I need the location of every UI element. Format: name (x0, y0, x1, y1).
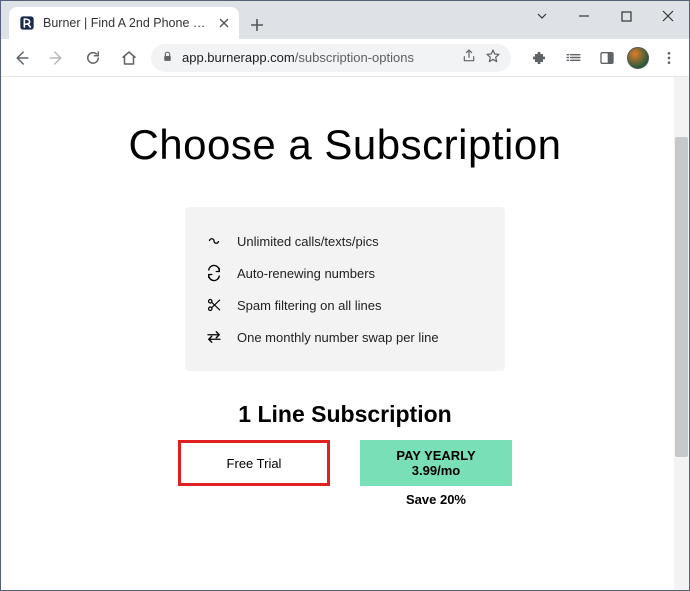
feature-label: Spam filtering on all lines (237, 298, 382, 313)
close-button[interactable] (647, 1, 689, 31)
browser-tab[interactable]: Burner | Find A 2nd Phone Numb (9, 7, 239, 39)
subscription-subheading: 1 Line Subscription (238, 401, 451, 428)
feature-autorenew: Auto-renewing numbers (205, 257, 485, 289)
pay-yearly-label: PAY YEARLY (396, 448, 475, 463)
free-trial-label: Free Trial (227, 456, 282, 471)
pay-yearly-button[interactable]: PAY YEARLY 3.99/mo (360, 440, 512, 486)
scrollbar[interactable] (674, 77, 689, 590)
feature-swap: One monthly number swap per line (205, 321, 485, 353)
forward-button[interactable] (43, 44, 71, 72)
share-icon[interactable] (461, 48, 477, 67)
swap-icon (205, 328, 223, 346)
page-viewport: Choose a Subscription Unlimited calls/te… (1, 77, 689, 590)
star-icon[interactable] (485, 48, 501, 67)
infinity-icon (205, 232, 223, 250)
address-bar[interactable]: app.burnerapp.com/subscription-options (151, 44, 511, 72)
plan-row: Free Trial PAY YEARLY 3.99/mo Save 20% (178, 440, 512, 507)
feature-label: Unlimited calls/texts/pics (237, 234, 379, 249)
window-controls (479, 1, 689, 39)
scrollbar-thumb[interactable] (675, 137, 688, 457)
home-button[interactable] (115, 44, 143, 72)
profile-avatar[interactable] (627, 47, 649, 69)
reload-button[interactable] (79, 44, 107, 72)
chevron-down-icon[interactable] (521, 1, 563, 31)
pay-yearly-price: 3.99/mo (412, 463, 460, 478)
scissors-icon (205, 296, 223, 314)
media-control-icon[interactable] (559, 44, 587, 72)
page-heading: Choose a Subscription (128, 121, 561, 169)
free-trial-button[interactable]: Free Trial (178, 440, 330, 486)
back-button[interactable] (7, 44, 35, 72)
new-tab-button[interactable] (245, 11, 269, 39)
features-box: Unlimited calls/texts/pics Auto-renewing… (185, 207, 505, 371)
feature-unlimited: Unlimited calls/texts/pics (205, 225, 485, 257)
tab-close-icon[interactable] (219, 15, 229, 31)
minimize-button[interactable] (563, 1, 605, 31)
side-panel-icon[interactable] (593, 44, 621, 72)
window-spacer (479, 1, 521, 31)
feature-spam: Spam filtering on all lines (205, 289, 485, 321)
tab-title: Burner | Find A 2nd Phone Numb (43, 16, 211, 30)
lock-icon (161, 50, 174, 66)
feature-label: Auto-renewing numbers (237, 266, 375, 281)
menu-icon[interactable] (655, 44, 683, 72)
window-titlebar: Burner | Find A 2nd Phone Numb (1, 1, 689, 39)
browser-toolbar: app.burnerapp.com/subscription-options (1, 39, 689, 77)
feature-label: One monthly number swap per line (237, 330, 439, 345)
extensions-icon[interactable] (525, 44, 553, 72)
maximize-button[interactable] (605, 1, 647, 31)
url-text: app.burnerapp.com/subscription-options (182, 50, 453, 65)
burner-favicon-icon (19, 15, 35, 31)
refresh-icon (205, 264, 223, 282)
save-label: Save 20% (406, 492, 466, 507)
subscription-page: Choose a Subscription Unlimited calls/te… (1, 77, 689, 507)
